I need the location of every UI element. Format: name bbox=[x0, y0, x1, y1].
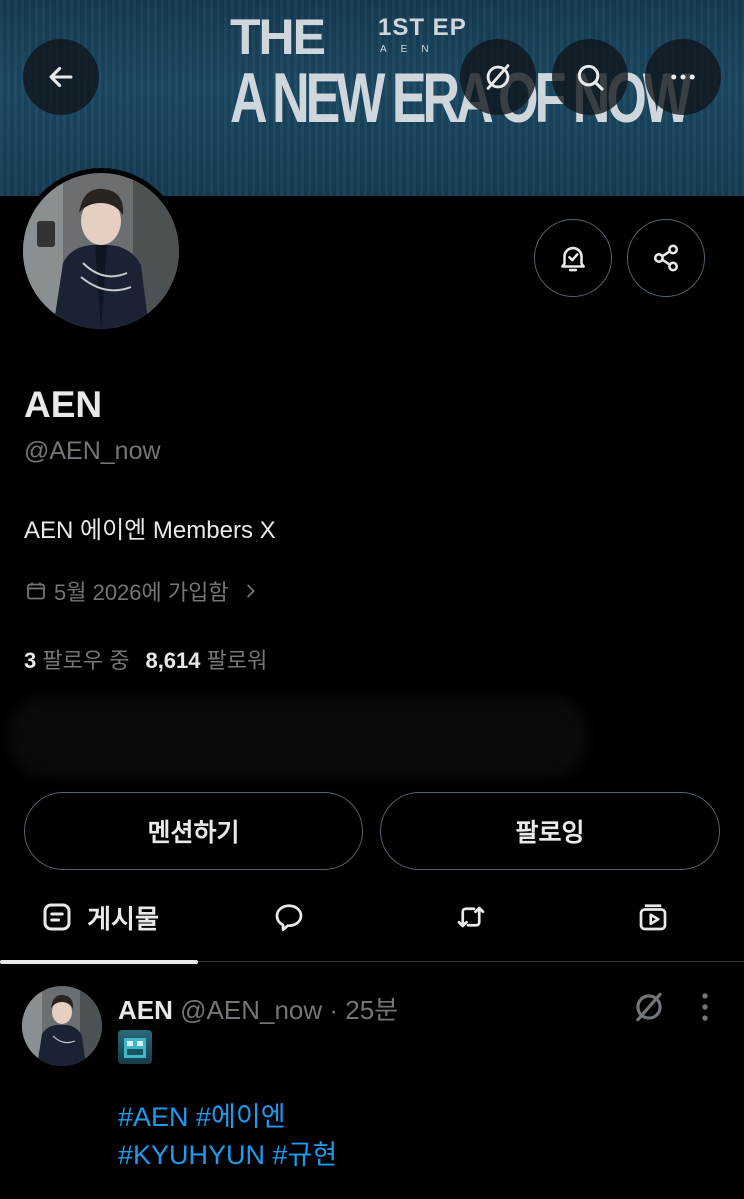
profile-banner[interactable]: THE 1ST EP AEN A NEW ERA OF NOW bbox=[0, 0, 744, 196]
search-icon bbox=[577, 64, 604, 91]
tab-posts[interactable]: 게시물 bbox=[0, 872, 198, 964]
profile-handle: @AEN_now bbox=[24, 437, 161, 465]
post-author[interactable]: AEN bbox=[118, 995, 173, 1025]
post-hashtags: #AEN #에이엔 #KYUHYUN #규현 bbox=[118, 1098, 337, 1174]
mention-button[interactable]: 멘션하기 bbox=[24, 792, 363, 870]
arrow-left-icon bbox=[49, 66, 73, 88]
following-label: 팔로우 중 bbox=[42, 648, 130, 673]
post-avatar-photo bbox=[22, 986, 102, 1066]
avatar-photo bbox=[23, 173, 179, 329]
post-time[interactable]: 25분 bbox=[345, 995, 398, 1025]
joined-date-text: 5월 2026에 가입함 bbox=[54, 580, 229, 605]
tab-replies[interactable] bbox=[198, 872, 380, 962]
share-button[interactable] bbox=[627, 219, 705, 297]
following-button[interactable]: 팔로잉 bbox=[380, 792, 720, 870]
grok-slash-circle-icon bbox=[486, 64, 510, 90]
followers-stat[interactable]: 8,614 팔로워 bbox=[145, 643, 267, 675]
media-icon bbox=[639, 904, 667, 931]
banner-ep-label: 1ST EP bbox=[378, 14, 467, 41]
more-button[interactable] bbox=[645, 39, 721, 115]
banner-brand: AEN bbox=[380, 44, 443, 55]
search-button[interactable] bbox=[552, 39, 628, 115]
profile-tabs: 게시물 bbox=[0, 872, 744, 964]
profile-name: AEN bbox=[24, 384, 103, 425]
banner-title-line1: THE bbox=[230, 9, 326, 65]
post-emoji-image bbox=[118, 1030, 152, 1064]
post-item[interactable]: AEN @AEN_now · 25분 #AEN #에이엔 #KYUHYUN #규… bbox=[0, 964, 744, 1199]
calendar-icon bbox=[27, 582, 45, 600]
grok-button[interactable] bbox=[460, 39, 536, 115]
more-vertical-icon[interactable] bbox=[690, 988, 720, 1026]
posts-icon bbox=[43, 903, 71, 931]
post-handle[interactable]: @AEN_now bbox=[180, 995, 322, 1025]
reply-bubble-icon bbox=[275, 904, 303, 932]
bell-check-icon bbox=[561, 246, 585, 272]
post-header: AEN @AEN_now · 25분 bbox=[118, 990, 398, 1027]
followers-label: 팔로워 bbox=[206, 648, 268, 673]
follow-stats: 3 팔로우 중 8,614 팔로워 bbox=[24, 643, 267, 675]
post-avatar[interactable] bbox=[22, 986, 102, 1066]
post-hashtags-line2[interactable]: #KYUHYUN #규현 bbox=[118, 1136, 337, 1174]
notifications-button[interactable] bbox=[534, 219, 612, 297]
joined-date[interactable]: 5월 2026에 가입함 bbox=[24, 575, 261, 607]
share-icon bbox=[653, 244, 679, 272]
profile-bio: AEN 에이엔 Members X bbox=[24, 517, 276, 544]
tab-media[interactable] bbox=[562, 872, 744, 962]
chevron-right-icon bbox=[246, 584, 255, 598]
following-stat[interactable]: 3 팔로우 중 bbox=[24, 643, 129, 675]
followers-count: 8,614 bbox=[145, 648, 201, 673]
profile-avatar[interactable] bbox=[18, 168, 184, 334]
back-button[interactable] bbox=[23, 39, 99, 115]
redacted-area bbox=[8, 696, 588, 778]
post-emoji-art bbox=[124, 1038, 146, 1058]
following-count: 3 bbox=[24, 648, 37, 673]
tab-posts-label: 게시물 bbox=[87, 903, 159, 934]
grok-slash-circle-icon[interactable] bbox=[630, 988, 668, 1026]
repost-icon bbox=[457, 906, 485, 928]
tab-reposts[interactable] bbox=[380, 872, 562, 962]
post-hashtags-line1[interactable]: #AEN #에이엔 bbox=[118, 1098, 337, 1136]
more-horizontal-icon bbox=[671, 74, 695, 80]
post-separator: · bbox=[329, 995, 339, 1025]
